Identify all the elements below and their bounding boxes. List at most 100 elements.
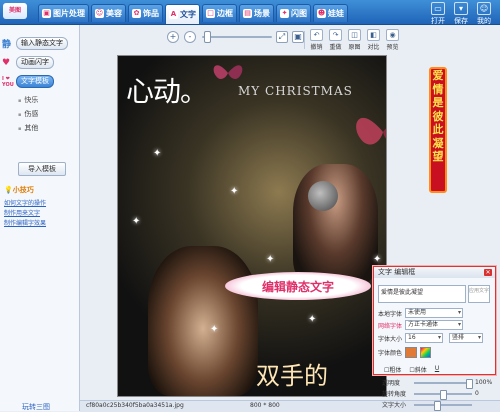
web-font-row: 网络字体 方正卡通体 — [378, 320, 463, 330]
rotation-slider[interactable] — [414, 389, 472, 400]
zoom-slider-handle[interactable] — [204, 31, 211, 43]
static-text-row: 静 输入静态文字 — [2, 37, 68, 50]
sparkle-decoration: ✦ — [210, 324, 219, 335]
christmas-text: MY CHRISTMAS — [238, 84, 353, 98]
love-label: I ❤ YOU — [2, 75, 14, 88]
open-icon: ▭ — [431, 2, 445, 15]
text-content-field[interactable]: 爱情是彼此凝望 — [378, 285, 466, 303]
redo-button[interactable]: ↷ 重做 — [327, 29, 344, 51]
preview-icon: ◉ — [386, 29, 399, 41]
app-logo: 美图 — [3, 3, 27, 19]
font-size-row: 字体大小 16 竖排 — [378, 333, 483, 343]
tab-frame[interactable]: □ 边框 — [202, 4, 237, 22]
tab-scene[interactable]: ▤ 场景 — [239, 4, 274, 22]
sparkle-decoration: ✦ — [132, 216, 141, 227]
hero-text[interactable]: 心动。 — [126, 70, 208, 110]
underline-checkbox[interactable]: U — [435, 365, 439, 374]
tab-accessory[interactable]: ✿ 饰品 — [128, 4, 163, 22]
redo-icon: ↷ — [329, 29, 342, 41]
sparkle-decoration: ✦ — [230, 186, 239, 197]
zoom-out-button[interactable]: - — [184, 31, 196, 43]
flash-icon: ✦ — [280, 9, 289, 18]
file-name: cf80a0c25b340f5ba0a3451a.jpg — [86, 402, 184, 409]
girl-figure — [293, 164, 378, 284]
actual-size-button[interactable]: ▣ — [292, 31, 304, 43]
panel-title: 文字 编辑框 ✕ — [374, 267, 495, 278]
static-label: 静 — [2, 40, 12, 50]
ball-figure — [308, 181, 338, 211]
original-button[interactable]: ◫ 原图 — [346, 29, 363, 51]
sub-item-happy[interactable]: 快乐 — [18, 95, 38, 105]
text-size-slider[interactable] — [414, 400, 472, 411]
input-static-text-button[interactable]: 输入静态文字 — [16, 37, 68, 50]
zoom-in-button[interactable]: + — [167, 31, 179, 43]
canvas-toolbar: + - ⤢ ▣ ↶ 撤销 ↷ 重做 ◫ 原图 ◧ 对比 ◉ 预览 — [80, 25, 500, 55]
font-select[interactable]: 未使用 — [405, 308, 463, 318]
text-direction-select[interactable]: 竖排 — [449, 333, 483, 343]
dynamic-text-row: ♥ 动画闪字 — [2, 56, 54, 69]
beauty-icon: ☺ — [95, 9, 104, 18]
text-size-row: 文字大小 — [382, 400, 472, 411]
accessory-icon: ✿ — [132, 9, 141, 18]
sub-item-other[interactable]: 其他 — [18, 123, 38, 133]
sub-item-sad[interactable]: 伤感 — [18, 109, 38, 119]
caption-text: 编辑静态文字 — [261, 279, 334, 294]
import-template-button[interactable]: 导入模板 — [18, 162, 66, 176]
animated-text-button[interactable]: 动画闪字 — [16, 56, 54, 69]
scene-icon: ▤ — [243, 9, 252, 18]
bold-checkbox[interactable]: ☐粗体 — [384, 365, 405, 374]
close-icon[interactable]: ✕ — [484, 269, 492, 276]
compare-button[interactable]: ◧ 对比 — [365, 29, 382, 51]
tab-doll[interactable]: ☻ 娃娃 — [313, 4, 348, 22]
template-row: I ❤ YOU 文字模板 — [2, 75, 54, 88]
palette-icon[interactable] — [420, 347, 431, 358]
tips-title: 💡小技巧 — [4, 186, 34, 194]
opacity-slider[interactable] — [414, 378, 473, 389]
lightbulb-icon: 💡 — [4, 186, 13, 194]
user-icon: ☺ — [477, 2, 491, 15]
font-size-select[interactable]: 16 — [405, 333, 443, 343]
toolbar-separator — [304, 31, 305, 49]
undo-button[interactable]: ↶ 撤销 — [308, 29, 325, 51]
main-tabs: ▣ 图片处理 ☺ 美容 ✿ 饰品 A 文字 □ 边框 ▤ 场景 ✦ 闪图 ☻ 娃娃 — [38, 4, 350, 24]
top-bar: 美图 ▣ 图片处理 ☺ 美容 ✿ 饰品 A 文字 □ 边框 ▤ 场景 ✦ 闪图 ☻ 娃娃 ▭ 打开… — [0, 0, 500, 35]
vertical-text-box[interactable]: 爱情是彼此凝望 — [429, 67, 447, 193]
font-color-row: 字体颜色 — [378, 347, 431, 358]
tab-flash[interactable]: ✦ 闪图 — [276, 4, 311, 22]
compare-icon: ◧ — [367, 29, 380, 41]
opacity-slider-handle[interactable] — [466, 378, 473, 389]
bottom-text[interactable]: 双手的 — [256, 356, 328, 391]
text-icon: A — [169, 10, 178, 19]
apply-text-button[interactable]: 应用文字 — [468, 285, 490, 303]
tab-image-processing[interactable]: ▣ 图片处理 — [38, 4, 89, 22]
sidebar: 静 输入静态文字 ♥ 动画闪字 I ❤ YOU 文字模板 快乐 伤感 其他 导入… — [0, 25, 80, 411]
preview-button[interactable]: ◉ 预览 — [384, 29, 401, 51]
butterfly-image — [213, 65, 243, 80]
heart-icon: ♥ — [2, 57, 11, 68]
tip-link-2[interactable]: 制作用来文字 — [4, 208, 40, 217]
save-icon: ▾ — [454, 2, 468, 15]
photo-canvas[interactable]: 心动。 MY CHRISTMAS ✦ ✦ ✦ ✦ ✦ ✦ ✦ — [117, 55, 387, 397]
text-edit-panel: 文字 编辑框 ✕ 爱情是彼此凝望 应用文字 本地字体 未使用 网络字体 方正卡通… — [373, 266, 496, 375]
opacity-row: 透明度 100% — [382, 378, 493, 389]
text-size-slider-handle[interactable] — [434, 400, 441, 411]
rotation-slider-handle[interactable] — [440, 389, 447, 400]
tip-link-3[interactable]: 制作编辑字效果 — [4, 218, 46, 227]
tab-beauty[interactable]: ☺ 美容 — [91, 4, 126, 22]
frame-icon: □ — [206, 9, 215, 18]
original-icon: ◫ — [348, 29, 361, 41]
doll-icon: ☻ — [317, 9, 326, 18]
tab-text[interactable]: A 文字 — [165, 4, 200, 24]
font-color-swatch[interactable] — [405, 347, 417, 358]
boy-figure — [148, 246, 258, 396]
zoom-slider-track[interactable] — [202, 36, 272, 38]
fit-button[interactable]: ⤢ — [276, 31, 288, 43]
tip-link-1[interactable]: 如何文字的操作 — [4, 198, 46, 207]
web-font-select[interactable]: 方正卡通体 — [405, 320, 463, 330]
sparkle-decoration: ✦ — [153, 148, 162, 159]
caption-bubble[interactable]: 编辑静态文字 — [225, 272, 371, 300]
font-style-checks: ☐粗体 ☐斜体 U — [384, 365, 443, 374]
text-template-button[interactable]: 文字模板 — [16, 75, 54, 88]
font-row: 本地字体 未使用 — [378, 308, 463, 318]
italic-checkbox[interactable]: ☐斜体 — [409, 365, 430, 374]
